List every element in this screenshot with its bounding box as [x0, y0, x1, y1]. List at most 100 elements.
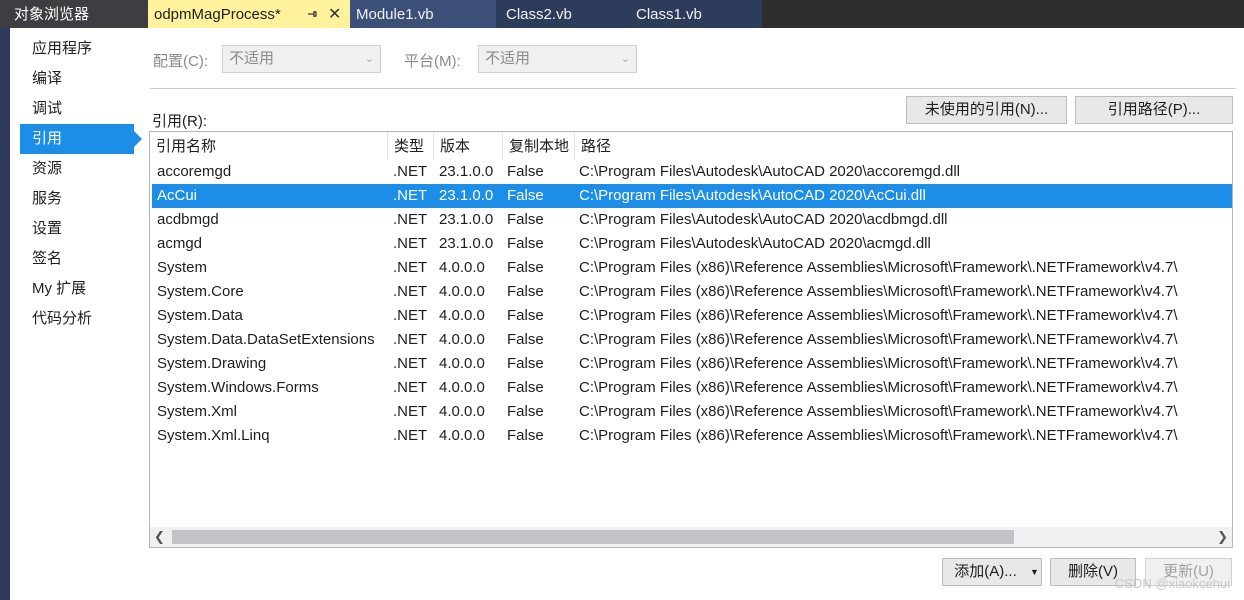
- cell-version: 4.0.0.0: [439, 307, 485, 324]
- nav-item-application[interactable]: 应用程序: [20, 34, 134, 64]
- cell-path: C:\Program Files\Autodesk\AutoCAD 2020\a…: [579, 211, 948, 228]
- table-row[interactable]: System.Core .NET 4.0.0.0 False C:\Program Fi…: [152, 280, 1232, 304]
- cell-path: C:\Program Files\Autodesk\AutoCAD 2020\a…: [579, 163, 961, 180]
- watermark: CSDN @xiaokcehui: [1114, 576, 1230, 591]
- nav-item-compile[interactable]: 编译: [20, 64, 134, 94]
- cell-version: 4.0.0.0: [439, 259, 485, 276]
- chevron-down-icon: ⌄: [364, 53, 374, 65]
- table-row[interactable]: System.Data .NET 4.0.0.0 False C:\Program Fi…: [152, 304, 1232, 328]
- cell-path: C:\Program Files\Autodesk\AutoCAD 2020\A…: [579, 187, 926, 204]
- cell-path: C:\Program Files\Autodesk\AutoCAD 2020\a…: [579, 235, 931, 252]
- cell-name: acmgd: [157, 235, 203, 252]
- table-row[interactable]: accoremgd .NET 23.1.0.0 False C:\Program Fil…: [152, 160, 1232, 184]
- cell-version: 4.0.0.0: [439, 403, 485, 420]
- table-row[interactable]: acmgd .NET 23.1.0.0 False C:\Program Files\A…: [152, 232, 1232, 256]
- table-header: 引用名称 类型 版本 复制本地 路径: [150, 132, 1232, 160]
- cell-path: C:\Program Files (x86)\Reference Assembl…: [579, 283, 1178, 300]
- cell-version: 23.1.0.0: [439, 211, 494, 228]
- cell-version: 4.0.0.0: [439, 355, 485, 372]
- tab-module1[interactable]: Module1.vb: [350, 0, 496, 28]
- cell-name: acdbmgd: [157, 211, 219, 228]
- cell-version: 23.1.0.0: [439, 235, 494, 252]
- column-header-copy-local[interactable]: 复制本地: [502, 132, 574, 160]
- references-list[interactable]: 引用名称 类型 版本 复制本地 路径 accoremgd .NET 23.1.0.0…: [149, 131, 1233, 548]
- column-header-version[interactable]: 版本: [433, 132, 502, 160]
- tab-class2[interactable]: Class2.vb: [496, 0, 626, 28]
- column-header-path[interactable]: 路径: [574, 132, 1232, 160]
- tab-odpmmagprocess[interactable]: odpmMagProcess* ✕: [148, 0, 350, 28]
- column-header-name[interactable]: 引用名称: [150, 132, 387, 160]
- config-dropdown[interactable]: 不适用 ⌄: [222, 45, 381, 73]
- cell-name: System.Data: [157, 307, 243, 324]
- config-value: 不适用: [229, 50, 275, 67]
- platform-dropdown[interactable]: 不适用 ⌄: [478, 45, 637, 73]
- nav-item-my-extensions[interactable]: My 扩展: [20, 274, 134, 304]
- cell-type: .NET: [393, 235, 428, 252]
- cell-version: 23.1.0.0: [439, 187, 494, 204]
- table-row[interactable]: System.Windows.Forms .NET 4.0.0.0 False C:\P…: [152, 376, 1232, 400]
- cell-name: System.Windows.Forms: [157, 379, 319, 396]
- nav-item-resources[interactable]: 资源: [20, 154, 134, 184]
- nav-item-code-analysis[interactable]: 代码分析: [20, 304, 134, 334]
- chevron-right-icon[interactable]: ❯: [1217, 527, 1228, 547]
- cell-type: .NET: [393, 283, 428, 300]
- cell-copy-local: False: [507, 427, 544, 444]
- cell-version: 4.0.0.0: [439, 331, 485, 348]
- nav-item-references[interactable]: 引用: [20, 124, 142, 154]
- cell-name: AcCui: [157, 187, 198, 204]
- cell-version: 4.0.0.0: [439, 283, 485, 300]
- property-nav: 应用程序 编译 调试 引用 资源 服务 设置 签名 My 扩展 代码分析: [20, 34, 142, 334]
- cell-name: System.Data.DataSetExtensions: [157, 331, 375, 348]
- cell-version: 4.0.0.0: [439, 427, 485, 444]
- cell-copy-local: False: [507, 379, 544, 396]
- window-left-edge: [0, 28, 10, 600]
- reference-paths-button[interactable]: 引用路径(P)...: [1075, 96, 1233, 124]
- nav-item-services[interactable]: 服务: [20, 184, 134, 214]
- cell-copy-local: False: [507, 211, 544, 228]
- nav-item-signing[interactable]: 签名: [20, 244, 134, 274]
- column-header-type[interactable]: 类型: [387, 132, 433, 160]
- cell-type: .NET: [393, 307, 428, 324]
- cell-type: .NET: [393, 211, 428, 228]
- cell-type: .NET: [393, 355, 428, 372]
- table-row[interactable]: System .NET 4.0.0.0 False C:\Program Files (…: [152, 256, 1232, 280]
- horizontal-scrollbar[interactable]: ❮ ❯: [150, 527, 1232, 547]
- unused-references-button[interactable]: 未使用的引用(N)...: [906, 96, 1067, 124]
- cell-copy-local: False: [507, 163, 544, 180]
- cell-name: accoremgd: [157, 163, 232, 180]
- tab-title: odpmMagProcess*: [154, 6, 281, 23]
- pin-icon[interactable]: [306, 0, 318, 30]
- cell-version: 4.0.0.0: [439, 379, 485, 396]
- cell-name: System.Xml: [157, 403, 238, 420]
- add-reference-button[interactable]: 添加(A)...: [942, 558, 1029, 586]
- cell-copy-local: False: [507, 307, 544, 324]
- cell-path: C:\Program Files (x86)\Reference Assembl…: [579, 355, 1178, 372]
- cell-copy-local: False: [507, 259, 544, 276]
- cell-name: System.Xml.Linq: [157, 427, 270, 444]
- table-row[interactable]: acdbmgd .NET 23.1.0.0 False C:\Program Files…: [152, 208, 1232, 232]
- nav-item-settings[interactable]: 设置: [20, 214, 134, 244]
- table-row[interactable]: AcCui .NET 23.1.0.0 False C:\Program Files\A…: [152, 184, 1232, 208]
- cell-type: .NET: [393, 163, 428, 180]
- add-dropdown-arrow[interactable]: ▼: [1028, 558, 1042, 586]
- table-row[interactable]: System.Xml .NET 4.0.0.0 False C:\Program Fil…: [152, 400, 1232, 424]
- tab-object-browser[interactable]: 对象浏览器: [0, 0, 148, 28]
- cell-type: .NET: [393, 331, 428, 348]
- scrollbar-thumb[interactable]: [172, 530, 1014, 544]
- divider: [150, 88, 1236, 89]
- cell-path: C:\Program Files (x86)\Reference Assembl…: [579, 379, 1178, 396]
- cell-path: C:\Program Files (x86)\Reference Assembl…: [579, 427, 1178, 444]
- table-row[interactable]: System.Data.DataSetExtensions .NET 4.0.0.0…: [152, 328, 1232, 352]
- tab-class1[interactable]: Class1.vb: [626, 0, 762, 28]
- cell-name: System: [157, 259, 208, 276]
- chevron-down-icon: ⌄: [620, 53, 630, 65]
- cell-version: 23.1.0.0: [439, 163, 494, 180]
- cell-path: C:\Program Files (x86)\Reference Assembl…: [579, 307, 1178, 324]
- cell-copy-local: False: [507, 283, 544, 300]
- table-row[interactable]: System.Drawing .NET 4.0.0.0 False C:\Program…: [152, 352, 1232, 376]
- chevron-left-icon[interactable]: ❮: [154, 527, 165, 547]
- close-icon[interactable]: ✕: [328, 0, 341, 30]
- nav-item-debug[interactable]: 调试: [20, 94, 134, 124]
- cell-type: .NET: [393, 403, 428, 420]
- table-row[interactable]: System.Xml.Linq .NET 4.0.0.0 False C:\Progra…: [152, 424, 1232, 448]
